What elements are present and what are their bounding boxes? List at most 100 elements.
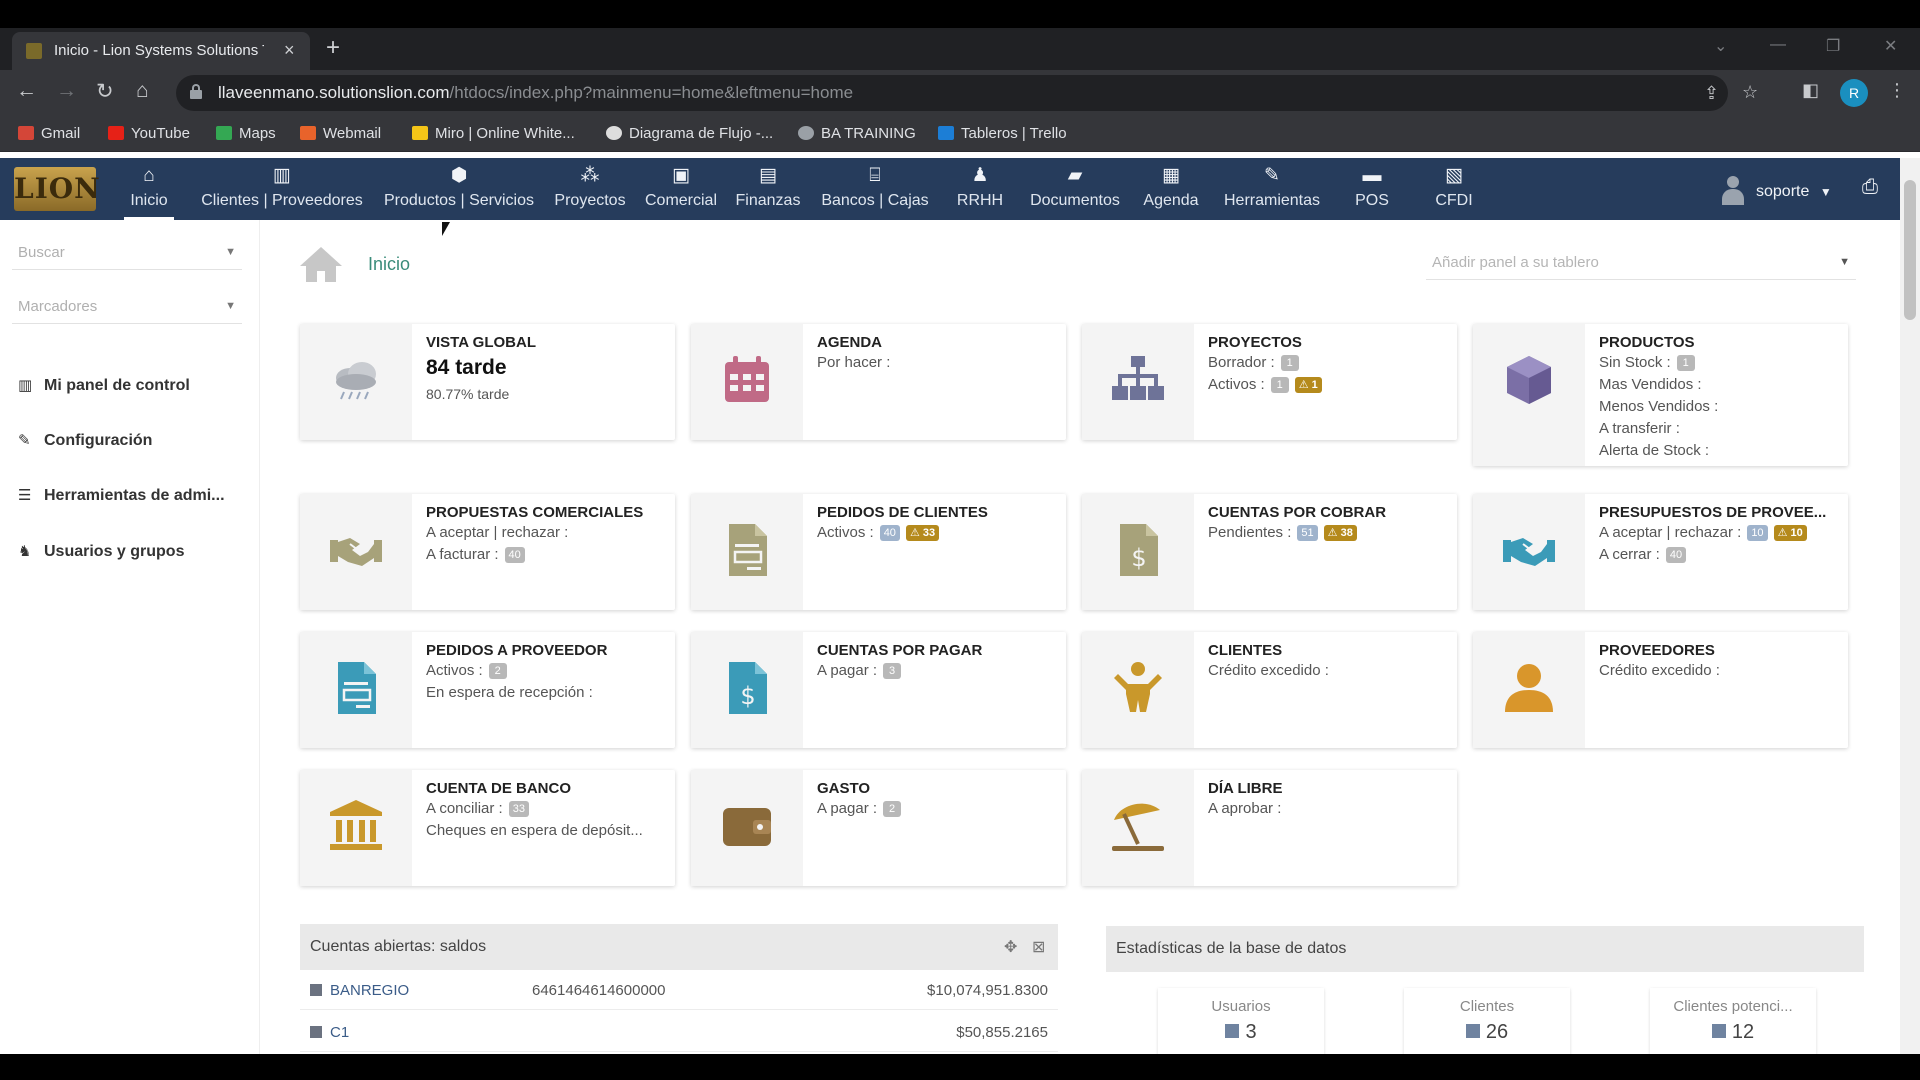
forward-icon[interactable]: → [56, 79, 77, 103]
sidebar-item-configuracion[interactable]: ✎ Configuración [18, 431, 248, 450]
count-badge[interactable]: 10 [1747, 525, 1768, 541]
browser-tab[interactable]: Inicio - Lion Systems Solutions T × [12, 32, 310, 70]
count-badge[interactable]: 3 [883, 663, 902, 679]
nav-bancos-cajas[interactable]: ⌸ Bancos | Cajas [816, 164, 934, 220]
card-agenda[interactable]: AGENDA Por hacer : [691, 324, 1066, 440]
new-tab-icon[interactable]: + [326, 34, 340, 62]
card-pedidos-clientes[interactable]: PEDIDOS DE CLIENTES Activos :40 ⚠ 33 [691, 494, 1066, 610]
bookmark-star-icon[interactable]: ☆ [1742, 82, 1758, 103]
nav-pos[interactable]: ▬ POS [1346, 164, 1398, 220]
side-panel-icon[interactable]: ◧ [1802, 80, 1819, 101]
count-badge[interactable]: 51 [1297, 525, 1318, 541]
card-productos[interactable]: PRODUCTOS Sin Stock :1 Mas Vendidos : Me… [1473, 324, 1848, 466]
address-bar[interactable]: llaveenmano.solutionslion.com/htdocs/ind… [176, 75, 1758, 111]
account-link[interactable]: C1 [310, 1024, 349, 1041]
nav-finanzas[interactable]: ▤ Finanzas [732, 164, 804, 220]
card-line: Activos :40 ⚠ 33 [817, 524, 1057, 541]
bookmarks-select[interactable]: Marcadores ▼ [12, 290, 242, 324]
nav-documentos[interactable]: ▰ Documentos [1026, 164, 1124, 220]
bookmark-gmail[interactable]: Gmail [18, 125, 80, 142]
account-link[interactable]: BANREGIO [310, 982, 409, 999]
sidebar-item-usuarios-grupos[interactable]: ♞ Usuarios y grupos [18, 542, 248, 561]
card-icon-box [1082, 324, 1194, 440]
count-badge[interactable]: 1 [1270, 377, 1289, 393]
stat-clientes[interactable]: Clientes 26 [1404, 988, 1570, 1054]
breadcrumb-home-icon[interactable] [298, 244, 344, 284]
count-badge[interactable]: 2 [488, 663, 507, 679]
count-badge[interactable]: 33 [508, 801, 529, 817]
count-badge[interactable]: 2 [883, 801, 902, 817]
back-icon[interactable]: ← [16, 79, 37, 103]
bookmark-ba-training[interactable]: BA TRAINING [798, 125, 916, 142]
url-text[interactable]: llaveenmano.solutionslion.com/htdocs/ind… [218, 83, 853, 103]
card-proveedores[interactable]: PROVEEDORES Crédito excedido : [1473, 632, 1848, 748]
bookmark-youtube[interactable]: YouTube [108, 125, 190, 142]
count-badge[interactable]: 40 [504, 547, 525, 563]
card-line: Crédito excedido : [1599, 662, 1720, 679]
card-cuenta-banco[interactable]: CUENTA DE BANCO A conciliar :33 Cheques … [300, 770, 675, 886]
window-close-icon[interactable]: ✕ [1884, 36, 1897, 56]
card-vista-global[interactable]: VISTA GLOBAL 84 tarde 80.77% tarde [300, 324, 675, 440]
card-title: PROVEEDORES [1599, 642, 1715, 659]
warning-badge[interactable]: ⚠ 33 [905, 525, 940, 541]
share-icon[interactable]: ⇪ [1704, 83, 1719, 104]
page-scrollbar[interactable] [1900, 158, 1920, 1054]
warning-badge[interactable]: ⚠ 1 [1294, 377, 1322, 393]
profile-avatar[interactable]: R [1840, 79, 1868, 107]
card-presupuestos-proveedores[interactable]: PRESUPUESTOS DE PROVEE... A aceptar | re… [1473, 494, 1848, 610]
card-clientes[interactable]: CLIENTES Crédito excedido : [1082, 632, 1457, 748]
tab-close-icon[interactable]: × [284, 40, 295, 61]
card-propuestas-comerciales[interactable]: PROPUESTAS COMERCIALES A aceptar | recha… [300, 494, 675, 610]
bookmark-webmail[interactable]: Webmail [300, 125, 381, 142]
minimize-icon[interactable]: — [1770, 36, 1786, 54]
nav-comercial[interactable]: ▣ Comercial [642, 164, 720, 220]
reload-icon[interactable]: ↻ [96, 79, 114, 104]
card-cuentas-cobrar[interactable]: $ CUENTAS POR COBRAR Pendientes :51 ⚠ 38 [1082, 494, 1457, 610]
card-dia-libre[interactable]: DÍA LIBRE A aprobar : [1082, 770, 1457, 886]
breadcrumb[interactable]: Inicio [368, 254, 410, 275]
bookmark-diagrama[interactable]: Diagrama de Flujo -... [606, 125, 773, 142]
close-panel-icon[interactable]: ⊠ [1032, 937, 1045, 957]
scrollbar-thumb[interactable] [1904, 180, 1916, 320]
search-select[interactable]: Buscar ▼ [12, 236, 242, 270]
left-sidebar: Buscar ▼ Marcadores ▼ ▥ Mi panel de contr… [0, 220, 260, 1054]
count-badge[interactable]: 40 [879, 525, 900, 541]
restore-icon[interactable]: ❐ [1826, 36, 1840, 56]
tab-search-icon[interactable]: ⌄ [1714, 36, 1727, 56]
count-badge[interactable]: 1 [1280, 355, 1299, 371]
sidebar-item-panel-control[interactable]: ▥ Mi panel de control [18, 376, 248, 395]
warning-badge[interactable]: ⚠ 38 [1323, 525, 1357, 541]
user-menu[interactable]: soporte ▼ [1720, 176, 1832, 206]
top-navigation: LION ⌂ Inicio ▥ Clientes | Proveedores ⬢… [0, 158, 1900, 220]
stat-clientes-potenciales[interactable]: Clientes potenci... 12 [1650, 988, 1816, 1054]
stat-usuarios[interactable]: Usuarios 3 [1158, 988, 1324, 1054]
card-gasto[interactable]: GASTO A pagar :2 [691, 770, 1066, 886]
nav-productos-servicios[interactable]: ⬢ Productos | Servicios [380, 164, 538, 220]
nav-herramientas[interactable]: ✎ Herramientas [1218, 164, 1326, 220]
add-panel-select[interactable]: Añadir panel a su tablero ▼ [1426, 246, 1856, 280]
printer-icon[interactable]: ⎙ [1862, 176, 1878, 199]
browser-menu-icon[interactable]: ⋮ [1888, 80, 1906, 101]
card-proyectos[interactable]: PROYECTOS Borrador :1 Activos :1 ⚠ 1 [1082, 324, 1457, 440]
nav-agenda[interactable]: ▦ Agenda [1136, 164, 1206, 220]
move-icon[interactable]: ✥ [1004, 937, 1017, 957]
home-icon[interactable]: ⌂ [136, 79, 149, 103]
card-line: A facturar :40 [426, 546, 666, 563]
bookmark-miro[interactable]: Miro | Online White... [412, 125, 575, 142]
nav-rrhh[interactable]: ♟ RRHH [946, 164, 1014, 220]
card-line: Activos :1 ⚠ 1 [1208, 376, 1448, 393]
card-title: PROYECTOS [1208, 334, 1302, 351]
card-cuentas-pagar[interactable]: $ CUENTAS POR PAGAR A pagar :3 [691, 632, 1066, 748]
count-badge[interactable]: 1 [1676, 355, 1695, 371]
count-badge[interactable]: 40 [1665, 547, 1687, 563]
sidebar-item-herramientas-admin[interactable]: ☰ Herramientas de admi... [18, 486, 248, 505]
nav-cfdi[interactable]: ▧ CFDI [1428, 164, 1480, 220]
nav-clientes-proveedores[interactable]: ▥ Clientes | Proveedores [196, 164, 368, 220]
bookmark-maps[interactable]: Maps [216, 125, 276, 142]
nav-proyectos[interactable]: ⁂ Proyectos [550, 164, 630, 220]
bookmark-trello[interactable]: Tableros | Trello [938, 125, 1067, 142]
nav-inicio[interactable]: ⌂ Inicio [124, 164, 174, 220]
warning-badge[interactable]: ⚠ 10 [1773, 525, 1807, 541]
card-pedidos-proveedor[interactable]: PEDIDOS A PROVEEDOR Activos :2 En espera… [300, 632, 675, 748]
lion-logo[interactable]: LION [14, 167, 100, 211]
